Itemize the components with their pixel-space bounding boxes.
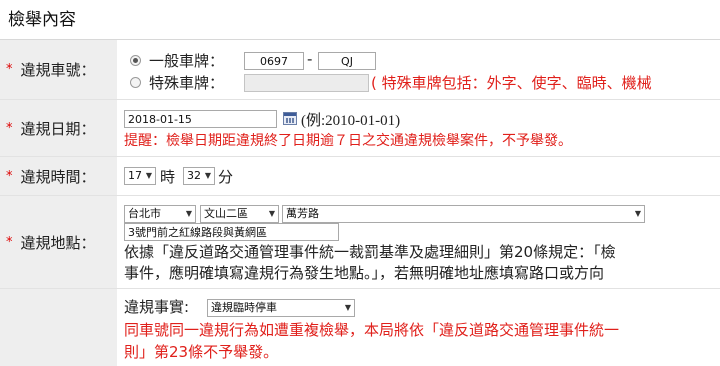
location-label-text: 違規地點： bbox=[20, 233, 96, 252]
required-mark: * bbox=[6, 62, 13, 77]
fact-cell: 違規事實: 違規臨時停車 ▼ 同車號同一違規行為如遭重複檢舉，本局將依「違反道路… bbox=[117, 289, 720, 366]
time-cell: 17 ▼ 時 32 ▼ 分 bbox=[117, 157, 720, 195]
dropdown-arrow-icon: ▼ bbox=[204, 171, 211, 180]
plate-part1-input[interactable] bbox=[244, 52, 304, 70]
location-cell: 台北市 ▼ 文山二區 ▼ 萬芳路 ▼ 依據「違反道路交通管理事件統一裁罰基準及處… bbox=[117, 196, 720, 288]
dropdown-arrow-icon: ▼ bbox=[185, 209, 192, 218]
district-value: 文山二區 bbox=[204, 207, 248, 220]
time-label: * 違規時間： bbox=[0, 157, 117, 195]
time-row: * 違規時間： 17 ▼ 時 32 ▼ 分 bbox=[0, 157, 720, 196]
date-row: * 違規日期： (例:2010-01-01) 提醒：檢舉日期距違規終了日期逾７日… bbox=[0, 100, 720, 157]
dropdown-arrow-icon: ▼ bbox=[344, 303, 351, 312]
date-example: (例:2010-01-01) bbox=[301, 113, 401, 129]
district-select[interactable]: 文山二區 ▼ bbox=[200, 205, 279, 223]
location-note-line1: 依據「違反道路交通管理事件統一裁罰基準及處理細則」第20條規定：「檢 bbox=[124, 243, 616, 261]
required-mark: * bbox=[6, 168, 13, 184]
city-value: 台北市 bbox=[128, 207, 161, 220]
general-plate-radio[interactable] bbox=[130, 55, 141, 66]
date-warning: 提醒：檢舉日期距違規終了日期逾７日之交通違規檢舉案件，不予舉發。 bbox=[124, 133, 572, 149]
hour-unit: 時 bbox=[160, 168, 176, 186]
minute-select[interactable]: 32 ▼ bbox=[183, 167, 215, 185]
plate-row: * 違規車號： 一般車牌： - 特殊車牌： ( 特殊車牌包括：外字、使字、臨時、… bbox=[0, 40, 720, 100]
date-input[interactable] bbox=[124, 110, 277, 128]
required-mark: * bbox=[6, 234, 13, 250]
special-plate-radio[interactable] bbox=[130, 77, 141, 88]
dropdown-arrow-icon: ▼ bbox=[145, 171, 152, 180]
date-cell: (例:2010-01-01) 提醒：檢舉日期距違規終了日期逾７日之交通違規檢舉案… bbox=[117, 100, 720, 156]
fact-warning-line1: 同車號同一違規行為如遭重複檢舉，本局將依「違反道路交通管理事件統一 bbox=[124, 321, 620, 339]
date-label: * 違規日期： bbox=[0, 100, 117, 156]
city-select[interactable]: 台北市 ▼ bbox=[124, 205, 196, 223]
fact-select[interactable]: 違規臨時停車 ▼ bbox=[207, 299, 355, 317]
plate-label: * 違規車號： bbox=[0, 40, 117, 99]
plate-label-text: 違規車號： bbox=[20, 61, 96, 79]
required-mark: * bbox=[6, 120, 13, 136]
location-label: * 違規地點： bbox=[0, 196, 117, 288]
dropdown-arrow-icon: ▼ bbox=[634, 209, 641, 218]
road-value: 萬芳路 bbox=[286, 207, 319, 220]
calendar-icon[interactable] bbox=[283, 112, 297, 125]
minute-unit: 分 bbox=[218, 168, 234, 186]
plate-dash: - bbox=[307, 50, 313, 68]
location-detail-input[interactable] bbox=[124, 223, 339, 241]
time-label-text: 違規時間： bbox=[20, 167, 96, 186]
location-note-line2: 事件，應明確填寫違規行為發生地點。」，若無明確地址應填寫路口或方向 bbox=[124, 264, 605, 282]
road-select[interactable]: 萬芳路 ▼ bbox=[282, 205, 645, 223]
special-plate-hint: ( 特殊車牌包括：外字、使字、臨時、機械 bbox=[371, 74, 652, 92]
fact-label: 違規事實: bbox=[124, 298, 190, 316]
plate-cell: 一般車牌： - 特殊車牌： ( 特殊車牌包括：外字、使字、臨時、機械 bbox=[117, 40, 720, 99]
dropdown-arrow-icon: ▼ bbox=[268, 209, 275, 218]
page-title: 檢舉內容 bbox=[0, 0, 720, 40]
plate-part2-input[interactable] bbox=[318, 52, 376, 70]
general-plate-label: 一般車牌： bbox=[149, 52, 225, 70]
fact-row: 違規事實: 違規臨時停車 ▼ 同車號同一違規行為如遭重複檢舉，本局將依「違反道路… bbox=[0, 289, 720, 366]
minute-value: 32 bbox=[187, 169, 201, 182]
fact-label-cell bbox=[0, 289, 117, 366]
hour-value: 17 bbox=[128, 169, 142, 182]
fact-warning-line2: 則」第23條不予舉發。 bbox=[124, 343, 279, 361]
date-label-text: 違規日期： bbox=[20, 119, 96, 138]
special-plate-input[interactable] bbox=[244, 74, 369, 92]
special-plate-label: 特殊車牌： bbox=[149, 74, 225, 92]
hour-select[interactable]: 17 ▼ bbox=[124, 167, 156, 185]
location-row: * 違規地點： 台北市 ▼ 文山二區 ▼ 萬芳路 ▼ 依據「違反道路交通管理事件… bbox=[0, 196, 720, 289]
fact-value: 違規臨時停車 bbox=[211, 301, 277, 314]
